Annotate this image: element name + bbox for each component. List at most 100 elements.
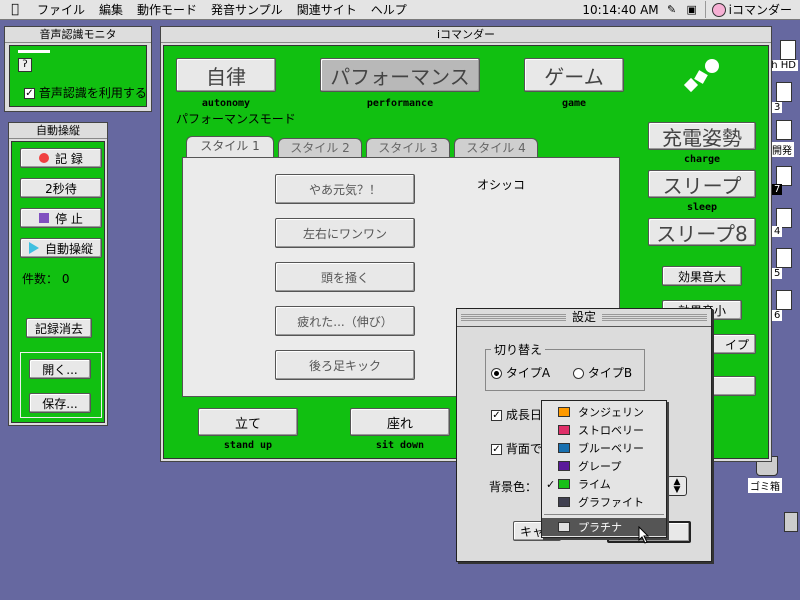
stand-up-button[interactable]: 立て (198, 408, 298, 436)
sleep-button[interactable]: スリープ (648, 170, 756, 198)
application-name: iコマンダー (728, 3, 792, 17)
dog-icon (711, 2, 726, 17)
voice-recognition-checkbox[interactable]: ✓ (24, 88, 35, 99)
clear-records-button[interactable]: 記録消去 (26, 318, 92, 338)
auto-pilot-label: 自動操縦 (44, 241, 93, 256)
sleep-caption: sleep (686, 202, 718, 213)
menu-file[interactable]: ファイル (30, 1, 92, 18)
sit-down-button[interactable]: 座れ (350, 408, 450, 436)
document-icon[interactable] (776, 166, 792, 186)
document-icon[interactable] (776, 248, 792, 268)
growth-checkbox[interactable]: ✓ (491, 410, 502, 421)
desktop-dev-label[interactable]: 開発 (770, 142, 794, 157)
auto-pilot-title: 自動操縦 (30, 124, 86, 137)
voice-monitor-titlebar[interactable]: 音声認識モニタ (5, 27, 151, 43)
action-hello-button[interactable]: やあ元気？！ (275, 174, 415, 204)
background-option[interactable]: ✓ 背面で (491, 440, 542, 457)
auto-pilot-titlebar[interactable]: 自動操縦 (9, 123, 107, 139)
graphite-swatch (558, 497, 570, 507)
charge-caption: charge (683, 154, 721, 165)
hard-disk-icon[interactable] (780, 40, 796, 60)
menubar-right: 10:14:40 AM ✎ ▣ iコマンダー (582, 1, 800, 18)
action-kick-button[interactable]: 後ろ足キック (275, 350, 415, 380)
growth-option[interactable]: ✓ 成長日 (491, 406, 542, 423)
type-a-label: タイプA (505, 366, 551, 380)
background-label: 背面で (505, 442, 542, 456)
menu-edit[interactable]: 編集 (92, 1, 130, 18)
background-checkbox[interactable]: ✓ (491, 444, 502, 455)
voice-monitor-title: 音声認識モニタ (33, 28, 123, 41)
action-wag-button[interactable]: 左右にワンワン (275, 218, 415, 248)
menu-mode[interactable]: 動作モード (130, 1, 204, 18)
ear-icon: ʔ (18, 58, 32, 72)
menu-sound-sample[interactable]: 発音サンプル (204, 1, 290, 18)
desktop-doc-label: 5 (772, 268, 783, 279)
clock[interactable]: 10:14:40 AM (582, 3, 658, 17)
menu-related-sites[interactable]: 関連サイト (290, 1, 364, 18)
settings-title: 設定 (565, 310, 602, 324)
tangerine-label: タンジェリン (578, 406, 644, 419)
application-menu[interactable]: iコマンダー (704, 1, 792, 18)
apple-menu-icon[interactable]:  (0, 2, 30, 17)
type-a-radio[interactable] (491, 368, 502, 379)
color-item-lime[interactable]: ✓ ライム (542, 475, 666, 493)
desktop-doc-label: 7 (772, 184, 783, 195)
main-title: iコマンダー (430, 28, 502, 41)
logo-icon (683, 59, 719, 93)
menu-divider (544, 514, 664, 515)
color-item-strawberry[interactable]: ストロベリー (542, 421, 666, 439)
color-item-grape[interactable]: グレープ (542, 457, 666, 475)
document-icon[interactable] (776, 290, 792, 310)
stop-button[interactable]: 停 止 (20, 208, 102, 228)
document-icon[interactable] (776, 208, 792, 228)
main-titlebar[interactable]: iコマンダー (161, 27, 771, 43)
menu-help[interactable]: ヘルプ (364, 1, 414, 18)
trash-label[interactable]: ゴミ箱 (748, 478, 782, 493)
lime-label: ライム (578, 478, 611, 491)
tab-style-4[interactable]: スタイル 4 (454, 138, 538, 158)
mode-performance-button[interactable]: パフォーマンス (320, 58, 480, 92)
platinum-swatch (558, 522, 570, 532)
color-item-blueberry[interactable]: ブルーベリー (542, 439, 666, 457)
type-b-radio[interactable] (573, 368, 584, 379)
volume-high-button[interactable]: 効果音大 (662, 266, 742, 286)
auto-pilot-button[interactable]: 自動操縦 (20, 238, 102, 258)
settings-titlebar[interactable]: 設定 (457, 309, 711, 327)
color-item-graphite[interactable]: グラファイト (542, 493, 666, 511)
mode-autonomy-caption: autonomy (201, 98, 251, 109)
app-switcher-icon[interactable]: ▣ (685, 3, 699, 17)
popup-arrows-icon[interactable]: ▲ ▼ (667, 476, 687, 496)
mode-autonomy-button[interactable]: 自律 (176, 58, 276, 92)
switch-group-label: 切り替え (491, 341, 546, 358)
record-button[interactable]: 記 録 (20, 148, 102, 168)
stop-label: 停 止 (55, 211, 83, 226)
mouse-cursor-icon (638, 526, 650, 544)
voice-monitor-panel: ʔ ✓ 音声認識を利用する (9, 45, 147, 107)
strawberry-swatch (558, 425, 570, 435)
pencil-icon[interactable]: ✎ (665, 3, 679, 17)
mode-game-button[interactable]: ゲーム (524, 58, 624, 92)
stand-up-caption: stand up (223, 440, 273, 451)
action-pee-label[interactable]: オシッコ (477, 176, 525, 193)
charge-button[interactable]: 充電姿勢 (648, 122, 756, 150)
tab-style-3[interactable]: スタイル 3 (366, 138, 450, 158)
tab-style-1[interactable]: スタイル 1 (186, 136, 274, 158)
speaker-icon[interactable] (784, 512, 798, 532)
document-icon[interactable] (776, 120, 792, 140)
wait-2sec-button[interactable]: 2秒待 (20, 178, 102, 198)
bg-color-label: 背景色： (489, 480, 538, 494)
sleep8-button[interactable]: スリープ8 (648, 218, 756, 246)
voice-recognition-option[interactable]: ✓ 音声認識を利用する (24, 84, 147, 101)
grape-label: グレープ (578, 460, 622, 473)
tab-style-2[interactable]: スタイル 2 (278, 138, 362, 158)
type-b-option[interactable]: タイプB (573, 364, 632, 381)
document-icon[interactable] (776, 82, 792, 102)
open-button[interactable]: 開く... (29, 359, 91, 379)
color-item-tangerine[interactable]: タンジェリン (542, 403, 666, 421)
tangerine-swatch (558, 407, 570, 417)
record-count-label: 件数： (22, 272, 59, 286)
type-a-option[interactable]: タイプA (491, 364, 550, 381)
action-stretch-button[interactable]: 疲れた...（伸び） (275, 306, 415, 336)
save-button[interactable]: 保存... (29, 393, 91, 413)
action-scratch-head-button[interactable]: 頭を掻く (275, 262, 415, 292)
